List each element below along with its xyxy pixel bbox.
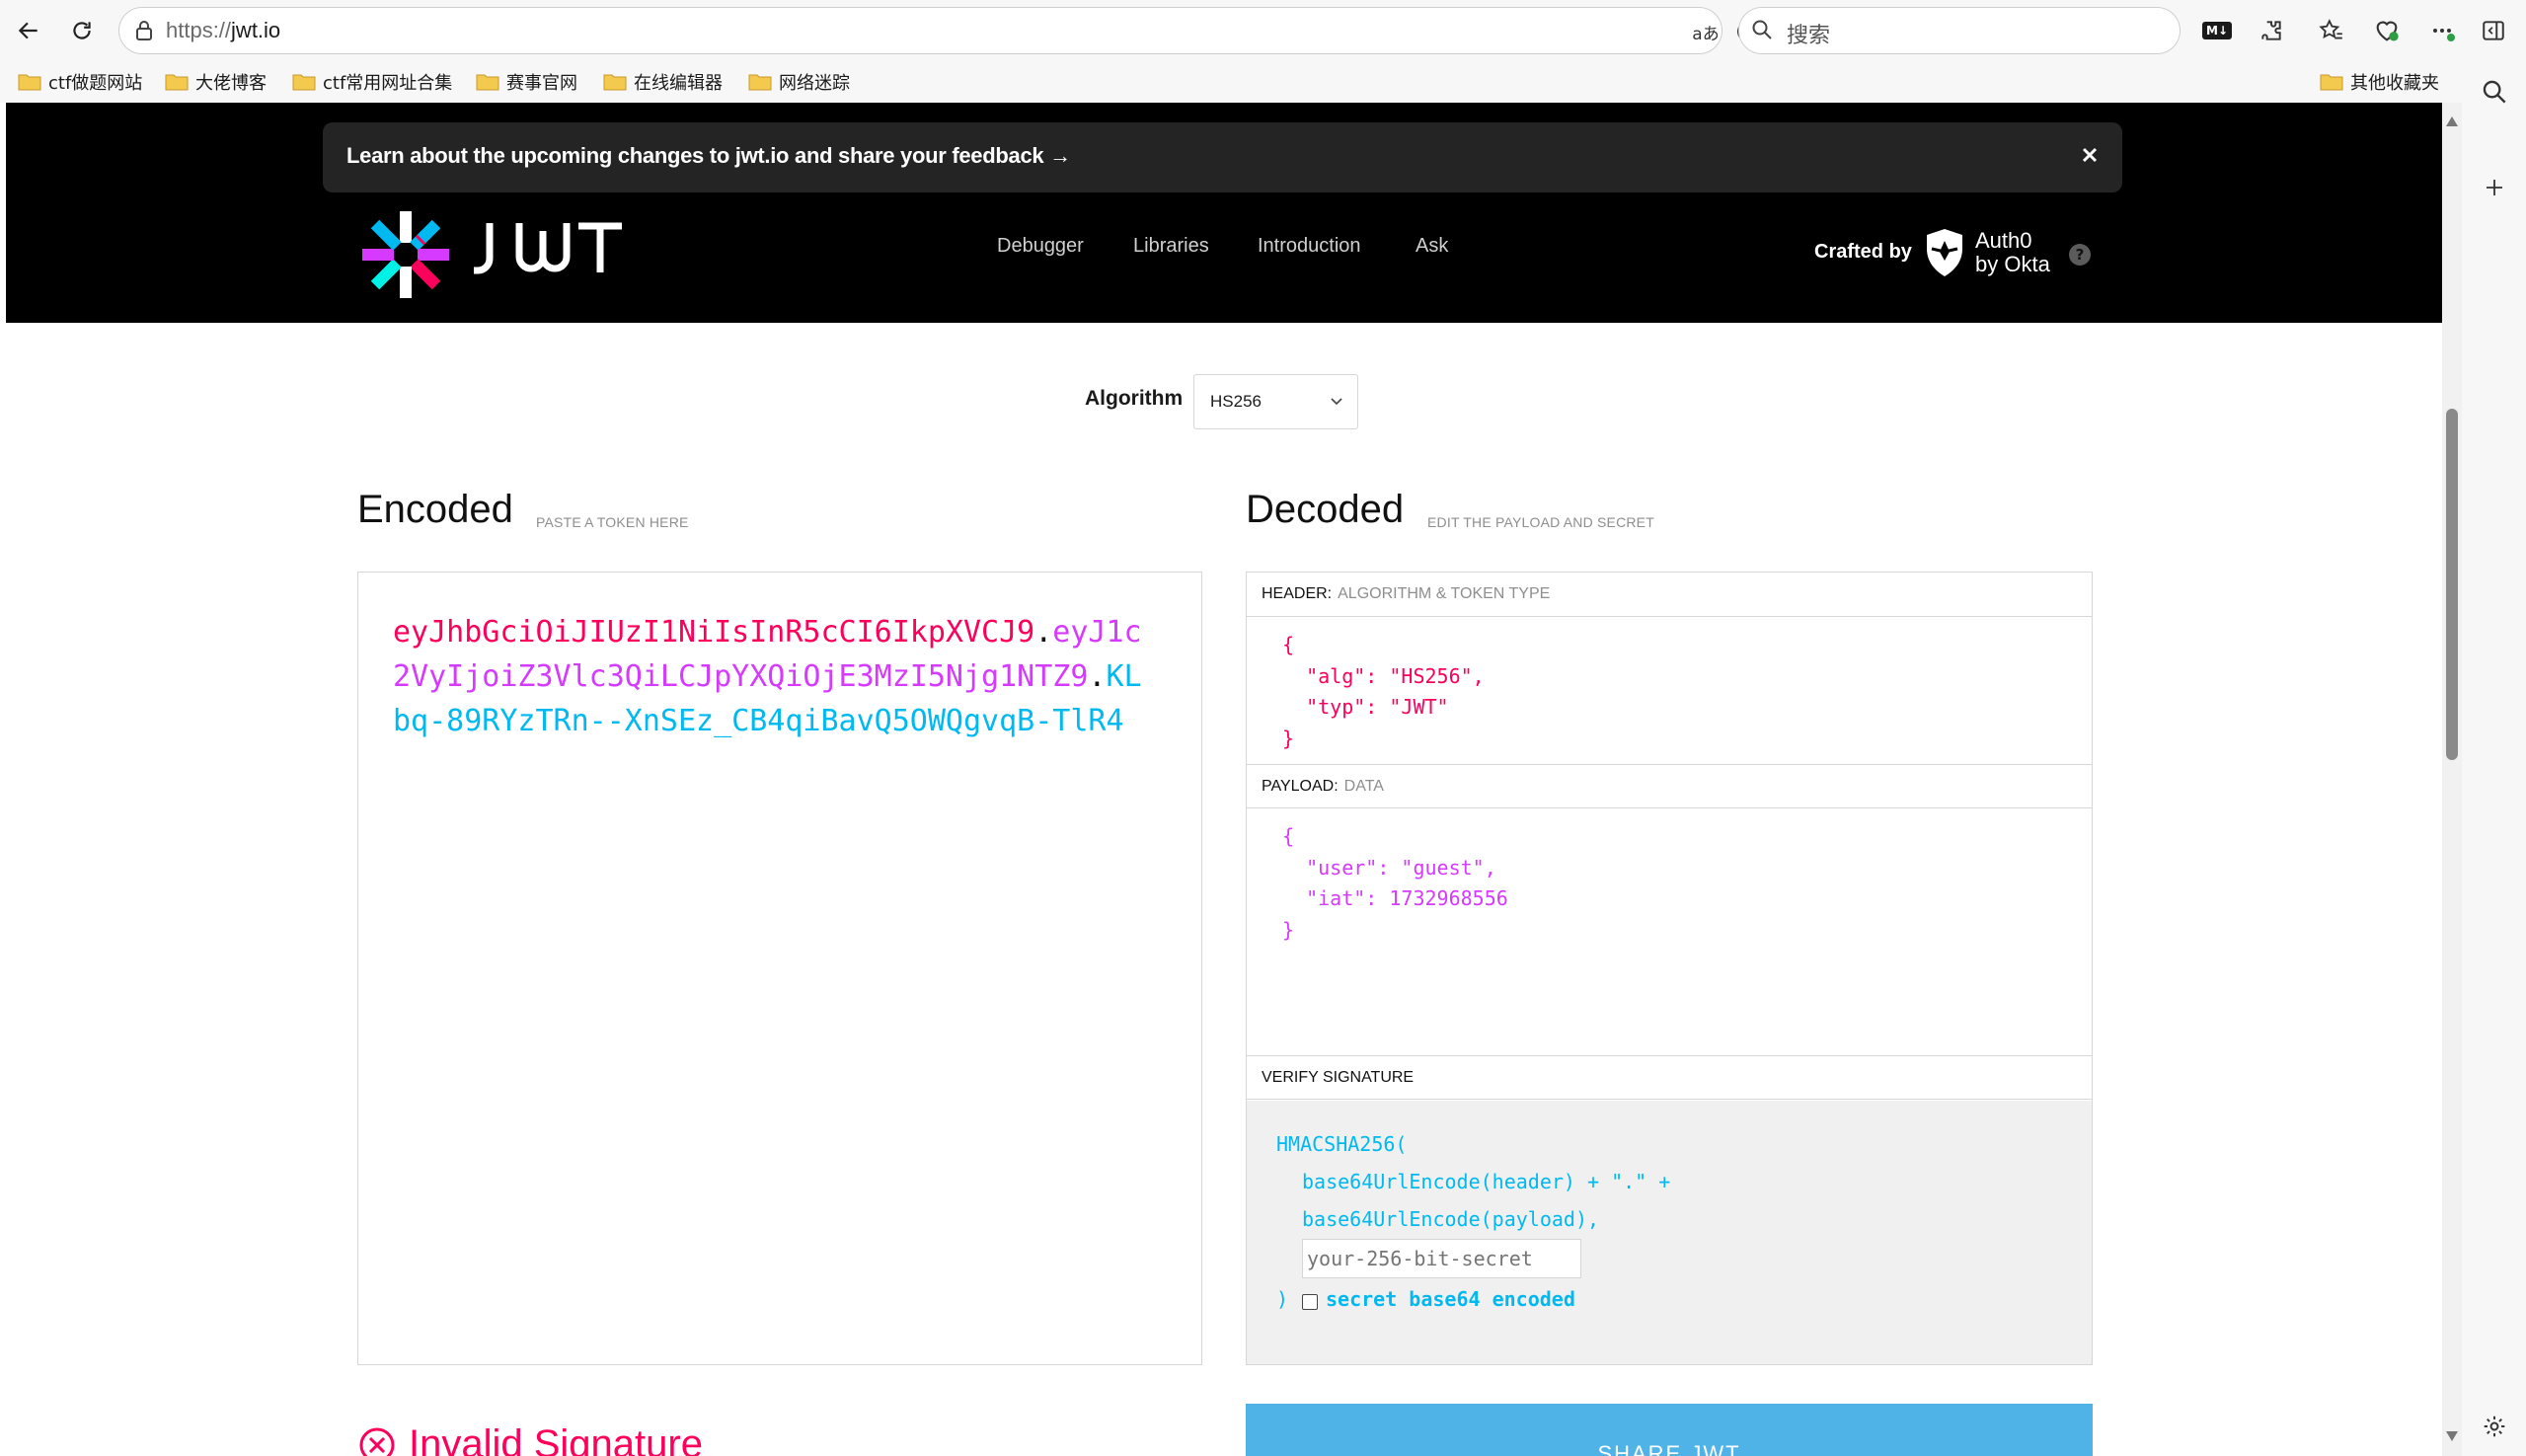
share-jwt-button[interactable]: SHARE JWT (1246, 1404, 2093, 1456)
encoded-token-editor[interactable]: eyJhbGciOiJIUzI1NiIsInR5cCI6IkpXVCJ9.eyJ… (357, 572, 1202, 1365)
verify-function-name: HMACSHA256( (1276, 1132, 1408, 1156)
folder-icon (18, 74, 41, 91)
decoded-title: Decoded (1246, 488, 1405, 531)
sidebar-toggle-icon[interactable] (2476, 13, 2511, 48)
folder-icon (2320, 74, 2343, 91)
algorithm-selected-value: HS256 (1210, 392, 1262, 411)
lock-icon (133, 19, 155, 42)
scrollbar-thumb[interactable] (2446, 409, 2458, 760)
nav-debugger[interactable]: Debugger (997, 235, 1084, 258)
payload-json-editor[interactable]: { "user": "guest", "iat": 1732968556 } (1282, 821, 1508, 946)
sidebar-search-icon[interactable] (2478, 75, 2511, 109)
reload-button[interactable] (61, 10, 103, 51)
encoded-token[interactable]: eyJhbGciOiJIUzI1NiIsInR5cCI6IkpXVCJ9.eyJ… (393, 610, 1143, 743)
auth0-shield-icon[interactable] (1924, 227, 1965, 278)
bookmark-folder-other[interactable]: 其他收藏夹 (2320, 67, 2439, 97)
jwt-logo-icon[interactable] (356, 205, 455, 304)
refresh-icon (73, 22, 91, 39)
bookmark-folder[interactable]: 在线编辑器 (603, 67, 723, 97)
bookmarks-bar: ctf做题网站 大佬博客 ctf常用网址合集 赛事官网 在线编辑器 网络迷踪 其… (0, 61, 2526, 103)
secret-base64-checkbox[interactable] (1302, 1294, 1318, 1310)
verify-close-paren: ) (1276, 1287, 1289, 1311)
error-circle-icon (359, 1427, 395, 1456)
crafted-by-label: Crafted by (1814, 241, 1912, 263)
folder-icon (476, 74, 499, 91)
encoded-title: Encoded (357, 488, 513, 531)
decoded-panel: HEADER: ALGORITHM & TOKEN TYPE { "alg": "… (1246, 572, 2093, 1365)
feedback-banner[interactable]: Learn about the upcoming changes to jwt.… (323, 122, 2122, 192)
help-icon[interactable]: ? (2069, 244, 2091, 266)
markdown-extension-icon[interactable]: M↓ (2199, 13, 2235, 48)
verify-signature-section: HMACSHA256( base64UrlEncode(header) + ".… (1247, 1101, 2092, 1364)
bookmark-folder[interactable]: 赛事官网 (476, 67, 577, 97)
folder-icon (603, 74, 627, 91)
browser-search-box[interactable]: 搜索 (1738, 7, 2181, 54)
scroll-up-arrow-icon[interactable] (2446, 116, 2458, 126)
verify-header-expression: base64UrlEncode(header) + "." + (1302, 1170, 1671, 1193)
search-placeholder: 搜索 (1787, 24, 1831, 48)
header-section-title: HEADER: ALGORITHM & TOKEN TYPE (1247, 573, 2092, 617)
payload-section-title: PAYLOAD: DATA (1247, 764, 2092, 808)
more-options-icon[interactable] (2424, 13, 2460, 48)
browser-essentials-icon[interactable] (2369, 13, 2405, 48)
jwt-wordmark[interactable] (470, 217, 628, 278)
folder-icon (292, 74, 316, 91)
chevron-down-icon (1331, 398, 1342, 406)
close-icon[interactable] (2081, 146, 2099, 164)
banner-text[interactable]: Learn about the upcoming changes to jwt.… (346, 143, 1071, 169)
header-json-editor[interactable]: { "alg": "HS256", "typ": "JWT" } (1282, 630, 1485, 754)
signature-status: Invalid Signature (357, 1422, 703, 1456)
folder-icon (165, 74, 189, 91)
add-sidebar-app-icon[interactable] (2478, 171, 2511, 204)
bookmark-folder[interactable]: 大佬博客 (165, 67, 267, 97)
jwt-debugger-page: Learn about the upcoming changes to jwt.… (6, 103, 2442, 1456)
auth0-by-okta-logo[interactable]: Auth0 by Okta (1975, 229, 2050, 276)
search-icon (1751, 19, 1773, 40)
settings-gear-icon[interactable] (2478, 1410, 2511, 1443)
nav-libraries[interactable]: Libraries (1133, 235, 1209, 258)
algorithm-select[interactable]: HS256 (1193, 374, 1358, 429)
arrow-left-icon (18, 22, 38, 39)
browser-side-panel (2462, 61, 2526, 1456)
token-header-part: eyJhbGciOiJIUzI1NiIsInR5cCI6IkpXVCJ9 (393, 615, 1035, 650)
nav-ask[interactable]: Ask (1416, 235, 1448, 258)
extensions-icon[interactable] (2254, 13, 2289, 48)
secret-base64-label[interactable]: secret base64 encoded (1326, 1287, 1575, 1311)
verify-signature-title: VERIFY SIGNATURE (1247, 1055, 2092, 1100)
page-scrollbar[interactable] (2442, 103, 2462, 1456)
folder-icon (748, 74, 772, 91)
read-aloud-translate-icon[interactable]: aあ (1691, 17, 1721, 46)
decoded-subtitle: EDIT THE PAYLOAD AND SECRET (1427, 514, 1654, 530)
back-button[interactable] (8, 10, 49, 51)
bookmark-folder[interactable]: ctf做题网站 (18, 67, 142, 97)
bookmark-folder[interactable]: ctf常用网址合集 (292, 67, 452, 97)
algorithm-label: Algorithm (1085, 387, 1184, 410)
secret-input[interactable] (1302, 1239, 1581, 1278)
url-text: https://jwt.io (166, 18, 281, 42)
browser-toolbar: https://jwt.io aあ 搜索 M↓ (0, 0, 2526, 61)
encoded-subtitle: PASTE A TOKEN HERE (536, 514, 689, 530)
verify-payload-expression: base64UrlEncode(payload), (1302, 1207, 1600, 1231)
site-header: Learn about the upcoming changes to jwt.… (6, 103, 2442, 323)
scroll-down-arrow-icon[interactable] (2446, 1431, 2458, 1441)
favorites-icon[interactable] (2314, 13, 2349, 48)
nav-introduction[interactable]: Introduction (1258, 235, 1361, 258)
address-bar[interactable]: https://jwt.io aあ (118, 7, 1799, 54)
bookmark-folder[interactable]: 网络迷踪 (748, 67, 850, 97)
